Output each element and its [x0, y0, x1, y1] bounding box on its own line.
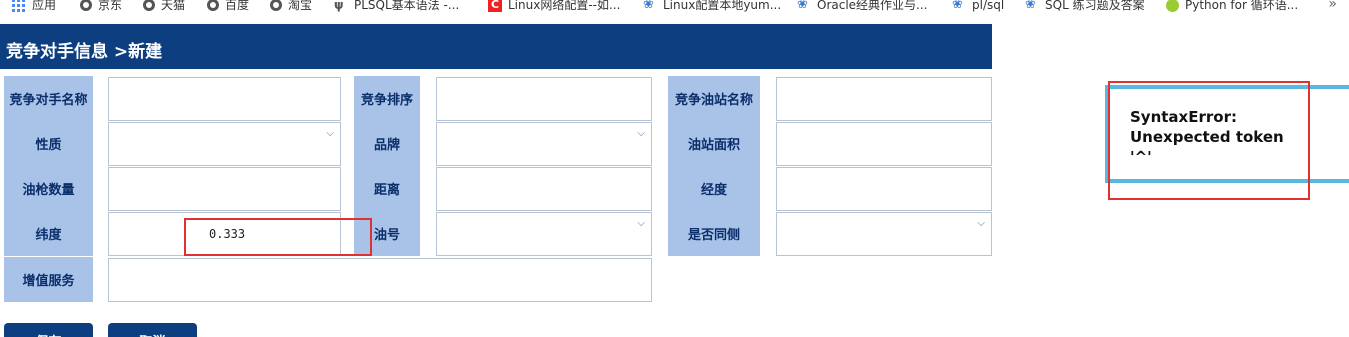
chevron-down-icon: ⌵: [637, 218, 645, 229]
python-icon: [1166, 0, 1179, 12]
distance-input[interactable]: [436, 167, 652, 211]
label-competitor-name: 竞争对手名称: [4, 76, 93, 121]
label-nature: 性质: [4, 121, 93, 166]
station-name-input[interactable]: [776, 77, 992, 121]
globe-icon: [270, 0, 282, 11]
station-area-input[interactable]: [776, 122, 992, 166]
label-brand: 品牌: [354, 121, 420, 166]
value-added-input[interactable]: [108, 258, 652, 302]
bookmark-baidu[interactable]: 百度: [207, 0, 249, 13]
brand-select[interactable]: ⌵: [436, 122, 652, 166]
globe-icon: [207, 0, 219, 11]
bookmark-linux-net[interactable]: C Linux网络配置--如...: [488, 0, 620, 13]
label-gun-count: 油枪数量: [4, 166, 93, 211]
competitor-name-input[interactable]: [108, 77, 341, 121]
label-value-added: 增值服务: [4, 257, 93, 302]
gun-count-input[interactable]: [108, 167, 341, 211]
same-side-select[interactable]: ⌵: [776, 212, 992, 256]
bookmark-python[interactable]: Python for 循环语...: [1166, 0, 1298, 13]
longitude-input[interactable]: [776, 167, 992, 211]
bookmark-jd[interactable]: 京东: [80, 0, 122, 13]
label-competitor-rank: 竞争排序: [354, 76, 420, 121]
label-longitude: 经度: [668, 166, 760, 211]
bookmark-oracle[interactable]: ❀ Oracle经典作业与...: [797, 0, 928, 13]
paw-icon: ❀: [1025, 0, 1036, 12]
chevron-down-icon: ⌵: [326, 128, 334, 139]
oil-type-select[interactable]: ⌵: [436, 212, 652, 256]
globe-icon: [143, 0, 155, 11]
apps-icon: [12, 0, 26, 13]
globe-icon: [80, 0, 92, 11]
bookmark-taobao[interactable]: 淘宝: [270, 0, 312, 13]
page-title: 竞争对手信息 >新建: [6, 42, 163, 62]
bookmark-plsql[interactable]: ψ PLSQL基本语法 -...: [334, 0, 459, 13]
plsql-icon: ψ: [334, 0, 344, 12]
paw-icon: ❀: [643, 0, 654, 12]
bookmarks-bar: 应用 京东 天猫 百度 淘宝 ψ PLSQL基本语法 -... C Linux网络配…: [0, 0, 1349, 16]
bookmark-sql[interactable]: ❀ SQL 练习题及答案: [1025, 0, 1145, 13]
label-same-side: 是否同侧: [668, 211, 760, 256]
label-latitude: 纬度: [4, 211, 93, 256]
chevron-down-icon: ⌵: [977, 218, 985, 229]
highlight-box: [184, 218, 372, 256]
competitor-rank-input[interactable]: [436, 77, 652, 121]
more-bookmarks-icon[interactable]: »: [1328, 0, 1337, 12]
bookmark-apps[interactable]: 应用: [12, 0, 56, 13]
page-header: 竞争对手信息 >新建: [0, 24, 992, 69]
label-station-area: 油站面积: [668, 121, 760, 166]
save-button[interactable]: 保存: [4, 323, 93, 337]
bookmark-tmall[interactable]: 天猫: [143, 0, 185, 13]
nature-select[interactable]: ⌵: [108, 122, 341, 166]
csdn-icon: C: [488, 0, 502, 12]
error-highlight-box: [1108, 81, 1310, 200]
label-station-name: 竞争油站名称: [668, 76, 760, 121]
paw-icon: ❀: [797, 0, 808, 12]
chevron-down-icon: ⌵: [637, 128, 645, 139]
bookmark-linux-yum[interactable]: ❀ Linux配置本地yum...: [643, 0, 781, 13]
bookmark-plsql2[interactable]: ❀ pl/sql: [952, 0, 1004, 13]
cancel-button[interactable]: 取消: [108, 323, 197, 337]
label-distance: 距离: [354, 166, 420, 211]
paw-icon: ❀: [952, 0, 963, 12]
